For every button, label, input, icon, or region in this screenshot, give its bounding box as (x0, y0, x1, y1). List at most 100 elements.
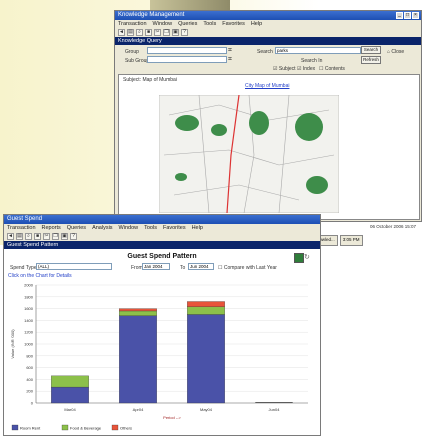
bar-food-beverage (187, 306, 225, 315)
menu-tools[interactable]: Tools (203, 20, 216, 28)
close-button-label: Close (391, 49, 405, 55)
x-tick-label: Mar04 (64, 407, 76, 412)
y-tick-label: 2000 (24, 283, 34, 288)
back-icon[interactable]: ◄ (7, 233, 14, 240)
compare-label: Compare with Last Year (223, 265, 277, 271)
excel-export-icon[interactable] (294, 253, 304, 263)
menu-window[interactable]: Window (153, 20, 173, 28)
sub-group-select[interactable] (147, 56, 227, 63)
bar-room-rent (51, 386, 89, 404)
cut-icon[interactable]: ✂ (154, 29, 161, 36)
map-link[interactable]: City Map of Mumbai (245, 83, 289, 89)
y-tick-label: 200 (26, 389, 33, 394)
menu-favorites[interactable]: Favorites (222, 20, 245, 28)
refresh-button[interactable]: Refresh (361, 56, 381, 64)
report-panel: Guest Spend Pattern ↻ Spend Type (ALL) F… (4, 249, 320, 435)
help-icon[interactable]: ? (70, 233, 77, 240)
close-button[interactable]: ⌂ Close (387, 49, 404, 55)
menu-help[interactable]: Help (192, 224, 203, 232)
subject-text: Subject: Map of Mumbai (123, 77, 177, 83)
legend-label-others: Others (120, 426, 132, 431)
group-select[interactable] (147, 47, 227, 54)
back-icon[interactable]: ◄ (118, 29, 125, 36)
menu-transaction[interactable]: Transaction (7, 224, 36, 232)
y-tick-label: 1200 (24, 330, 34, 335)
menu-analysis[interactable]: Analysis (92, 224, 112, 232)
save-icon[interactable]: ■ (145, 29, 152, 36)
copy-icon[interactable]: ❐ (52, 233, 59, 240)
minimize-icon[interactable]: _ (396, 12, 403, 19)
contents-checkbox[interactable]: ☐ Contents (319, 66, 345, 72)
index-checkbox[interactable]: ☑ Index (297, 66, 315, 72)
menu-transaction[interactable]: Transaction (118, 20, 147, 28)
toolbar: ◄ ▤ ⌕ ■ ✂ ❐ ▣ ? (4, 232, 320, 241)
guest-spend-window: Guest Spend Transaction Reports Queries … (3, 214, 321, 436)
menu-queries[interactable]: Queries (178, 20, 197, 28)
help-icon[interactable]: ? (181, 29, 188, 36)
city-map-image[interactable] (159, 95, 339, 213)
legend-swatch-others (111, 424, 119, 431)
x-tick-label: Apr04 (133, 407, 144, 412)
legend-label-food-beverage: Food & Beverage (70, 426, 102, 431)
window-titlebar[interactable]: Knowledge Management _ □ × (115, 11, 421, 20)
search-input[interactable]: parks (275, 47, 361, 54)
search-icon[interactable]: ⌕ (25, 233, 32, 240)
menu-reports[interactable]: Reports (42, 224, 61, 232)
to-label: To (180, 265, 186, 271)
spend-type-label: Spend Type (10, 265, 37, 271)
close-icon[interactable]: × (412, 12, 419, 19)
window-controls: _ □ × (396, 12, 419, 19)
bar-others (119, 308, 157, 312)
maximize-icon[interactable]: □ (404, 12, 411, 19)
panel-title-bar: Guest Spend Pattern (4, 241, 320, 249)
y-tick-label: 1800 (24, 294, 34, 299)
menu-queries[interactable]: Queries (67, 224, 86, 232)
print-icon[interactable]: ▤ (127, 29, 134, 36)
taskbar-clock: 3:05 PM (339, 234, 363, 246)
y-tick-label: 600 (26, 365, 33, 370)
binoculars-icon[interactable]: ⌗ (228, 47, 232, 55)
menu-help[interactable]: Help (251, 20, 262, 28)
y-tick-label: 1000 (24, 342, 34, 347)
search-icon[interactable]: ⌕ (136, 29, 143, 36)
panel-title-bar: Knowledge Query (115, 37, 421, 45)
binoculars-icon[interactable]: ⌗ (228, 56, 232, 64)
to-date-select[interactable]: Jun 2004 (188, 263, 214, 270)
print-icon[interactable]: ▤ (16, 233, 23, 240)
y-axis-label: Value (INR '000) (10, 329, 15, 359)
contents-option-label: Contents (324, 66, 345, 72)
window-titlebar[interactable]: Guest Spend (4, 215, 320, 224)
y-tick-label: 400 (26, 377, 33, 382)
toolbar: ◄ ▤ ⌕ ■ ✂ ❐ ▣ ? (115, 28, 421, 37)
menu-window[interactable]: Window (119, 224, 139, 232)
menu-favorites[interactable]: Favorites (163, 224, 186, 232)
bar-food-beverage (51, 375, 89, 388)
compare-last-year-checkbox[interactable]: ☐ Compare with Last Year (218, 265, 277, 271)
bar-others (187, 301, 225, 307)
cut-icon[interactable]: ✂ (43, 233, 50, 240)
from-label: From (131, 265, 143, 271)
chart-title: Guest Spend Pattern (127, 253, 197, 260)
save-icon[interactable]: ■ (34, 233, 41, 240)
spend-type-select[interactable]: (ALL) (36, 263, 112, 270)
y-tick-label: 800 (26, 353, 33, 358)
refresh-icon[interactable]: ↻ (304, 253, 310, 261)
from-date-select[interactable]: Jan 2004 (142, 263, 170, 270)
legend-swatch-food-beverage (61, 424, 69, 431)
paste-icon[interactable]: ▣ (172, 29, 179, 36)
paste-icon[interactable]: ▣ (61, 233, 68, 240)
guest-spend-chart[interactable]: 2000180016001400120010008006004002000Val… (4, 279, 320, 435)
subject-option-label: Subject (278, 66, 296, 72)
search-button[interactable]: Search (361, 46, 381, 54)
group-label: Group (125, 49, 139, 55)
search-label: Search (257, 49, 273, 55)
x-axis-label: Period --> (163, 415, 181, 420)
search-in-label: Search In (301, 58, 323, 64)
menu-bar: Transaction Reports Queries Analysis Win… (4, 224, 320, 232)
subject-checkbox[interactable]: ☑ Subject (273, 66, 296, 72)
copy-icon[interactable]: ❐ (163, 29, 170, 36)
results-panel: Subject: Map of Mumbai City Map of Mumba… (118, 74, 420, 220)
menu-tools[interactable]: Tools (144, 224, 157, 232)
y-tick-label: 1400 (24, 318, 34, 323)
window-title: Knowledge Management (118, 12, 185, 18)
